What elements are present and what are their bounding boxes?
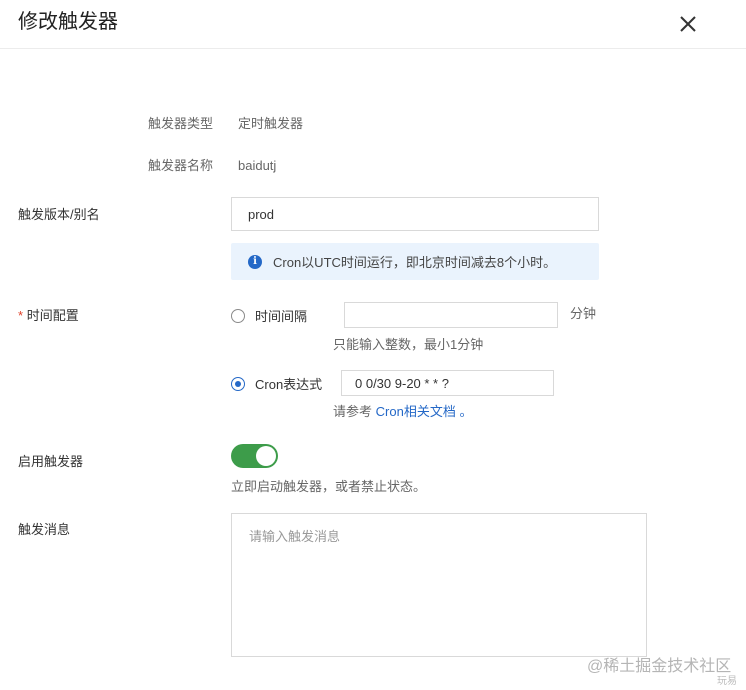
toggle-knob xyxy=(256,446,276,466)
trigger-message-label: 触发消息 xyxy=(18,522,71,537)
info-icon: i xyxy=(248,255,262,269)
info-notice-text: Cron以UTC时间运行，即北京时间减去8个小时。 xyxy=(273,255,557,270)
close-icon[interactable] xyxy=(676,12,700,36)
required-mark: * xyxy=(18,308,24,323)
watermark-sub: 玩易 xyxy=(717,676,737,687)
trigger-name-label: 触发器名称 xyxy=(148,158,214,173)
trigger-type-label: 触发器类型 xyxy=(148,116,214,131)
version-alias-input[interactable] xyxy=(231,197,599,231)
enable-trigger-toggle[interactable] xyxy=(231,444,278,468)
enable-trigger-hint: 立即启动触发器，或者禁止状态。 xyxy=(231,479,427,494)
enable-trigger-label: 启用触发器 xyxy=(18,454,84,469)
cron-hint: 请参考 Cron相关文档 。 xyxy=(333,404,472,420)
trigger-type-value: 定时触发器 xyxy=(238,116,304,131)
interval-radio[interactable] xyxy=(231,309,245,323)
close-button[interactable] xyxy=(676,12,700,36)
cron-docs-link[interactable]: Cron相关文档 xyxy=(376,404,456,419)
interval-hint: 只能输入整数，最小1分钟 xyxy=(333,337,484,352)
cron-radio-label[interactable]: Cron表达式 xyxy=(255,377,322,393)
dialog-title: 修改触发器 xyxy=(18,11,118,33)
interval-radio-label[interactable]: 时间间隔 xyxy=(255,309,307,325)
cron-expression-input[interactable] xyxy=(341,370,554,396)
cron-hint-suffix: 。 xyxy=(459,404,473,419)
trigger-message-textarea[interactable] xyxy=(231,513,647,657)
interval-unit: 分钟 xyxy=(570,306,597,321)
interval-input[interactable] xyxy=(344,302,558,328)
time-config-label-text: 时间配置 xyxy=(26,308,79,323)
cron-hint-prefix: 请参考 xyxy=(333,404,373,419)
version-alias-label: 触发版本/别名 xyxy=(18,207,100,222)
watermark-text: @稀土掘金技术社区 xyxy=(587,658,732,675)
cron-radio[interactable] xyxy=(231,377,245,391)
time-config-label: * 时间配置 xyxy=(18,308,79,324)
trigger-name-value: baidutj xyxy=(238,158,277,173)
